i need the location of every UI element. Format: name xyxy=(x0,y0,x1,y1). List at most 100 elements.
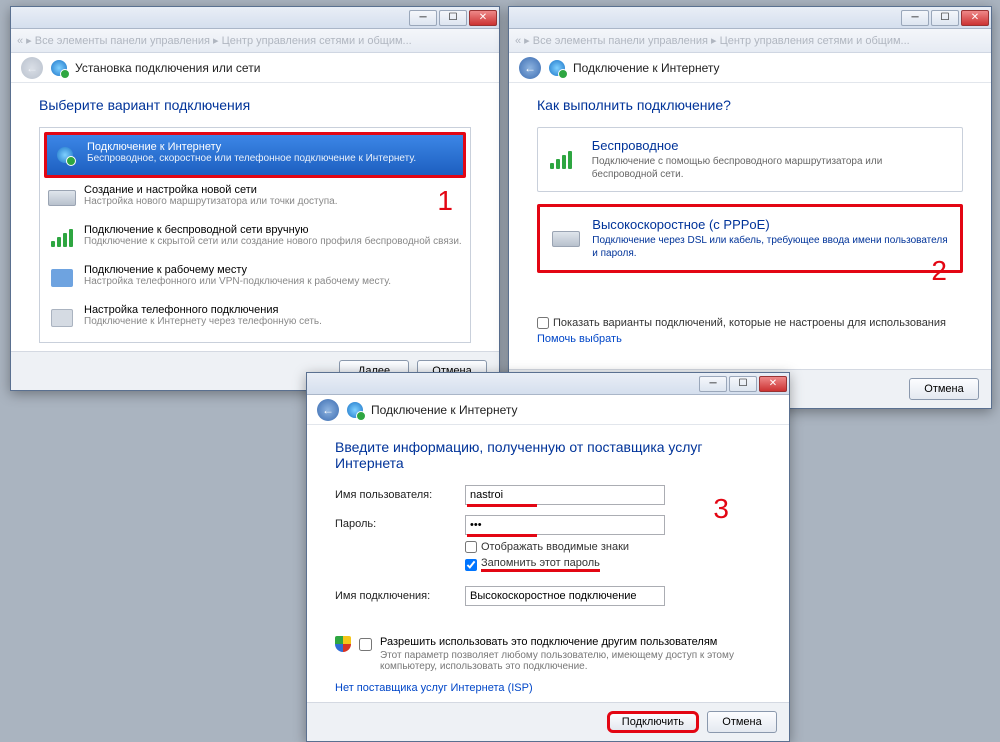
allow-others-section: Разрешить использовать это подключение д… xyxy=(335,636,761,672)
content-area: Введите информацию, полученную от постав… xyxy=(307,425,789,702)
checkbox-input[interactable] xyxy=(465,541,477,553)
no-isp-link[interactable]: Нет поставщика услуг Интернета (ISP) xyxy=(335,682,761,694)
globe-icon xyxy=(347,402,363,418)
cancel-button[interactable]: Отмена xyxy=(707,711,777,733)
help-choose-link[interactable]: Помочь выбрать xyxy=(537,333,963,345)
content-area: Выберите вариант подключения Подключение… xyxy=(11,83,499,351)
checkbox-input[interactable] xyxy=(537,317,549,329)
username-row: Имя пользователя: xyxy=(335,485,761,505)
connection-name-input[interactable] xyxy=(465,586,665,606)
option-desc: Подключение к скрытой сети или создание … xyxy=(84,236,462,247)
minimize-button[interactable]: ─ xyxy=(409,10,437,26)
option-title: Подключение к беспроводной сети вручную xyxy=(84,224,462,236)
shield-icon xyxy=(335,636,351,652)
checkbox-label: Показать варианты подключений, которые н… xyxy=(553,317,946,329)
wizard-header: ← Подключение к Интернету xyxy=(509,53,991,83)
modem-icon xyxy=(552,217,580,260)
content-area: Как выполнить подключение? Беспроводное … xyxy=(509,83,991,369)
titlebar: ─ ☐ ✕ xyxy=(11,7,499,29)
allow-others-label: Разрешить использовать это подключение д… xyxy=(380,636,750,648)
breadcrumb: « ▸ Все элементы панели управления ▸ Цен… xyxy=(11,29,499,53)
breadcrumb: « ▸ Все элементы панели управления ▸ Цен… xyxy=(509,29,991,53)
option-title: Создание и настройка новой сети xyxy=(84,184,338,196)
option-wireless[interactable]: Беспроводное Подключение с помощью беспр… xyxy=(537,127,963,192)
minimize-button[interactable]: ─ xyxy=(699,376,727,392)
username-input[interactable] xyxy=(465,485,665,505)
maximize-button[interactable]: ☐ xyxy=(931,10,959,26)
wizard-title: Подключение к Интернету xyxy=(371,403,518,417)
minimize-button[interactable]: ─ xyxy=(901,10,929,26)
option-title: Подключение к рабочему месту xyxy=(84,264,391,276)
password-label: Пароль: xyxy=(335,515,465,530)
password-input[interactable] xyxy=(465,515,665,535)
option-desc: Настройка телефонного или VPN-подключени… xyxy=(84,276,391,287)
username-label: Имя пользователя: xyxy=(335,489,465,501)
option-dialup[interactable]: Настройка телефонного подключения Подклю… xyxy=(44,298,466,338)
connection-name-row: Имя подключения: xyxy=(335,586,761,606)
checkbox-input[interactable] xyxy=(465,559,477,571)
option-internet[interactable]: Подключение к Интернету Беспроводное, ск… xyxy=(44,132,466,178)
option-wireless-manual[interactable]: Подключение к беспроводной сети вручную … xyxy=(44,218,466,258)
step-number-3: 3 xyxy=(713,493,729,525)
cancel-button[interactable]: Отмена xyxy=(909,378,979,400)
wizard-window-1: ─ ☐ ✕ « ▸ Все элементы панели управления… xyxy=(10,6,500,391)
show-chars-checkbox[interactable]: Отображать вводимые знаки xyxy=(465,541,665,553)
router-icon xyxy=(48,184,76,212)
wizard-title: Подключение к Интернету xyxy=(573,61,720,75)
wireless-icon xyxy=(48,224,76,252)
back-button[interactable]: ← xyxy=(519,57,541,79)
connect-button[interactable]: Подключить xyxy=(607,711,699,733)
page-heading: Как выполнить подключение? xyxy=(537,97,963,113)
option-title: Высокоскоростное (с PPPoE) xyxy=(592,217,948,232)
step-number-2: 2 xyxy=(931,255,947,287)
allow-others-checkbox[interactable] xyxy=(359,638,372,651)
checkbox-label: Отображать вводимые знаки xyxy=(481,541,629,553)
checkbox-label: Запомнить этот пароль xyxy=(481,557,600,572)
globe-icon xyxy=(51,60,67,76)
page-heading: Выберите вариант подключения xyxy=(39,97,471,113)
show-unconfigured-checkbox[interactable]: Показать варианты подключений, которые н… xyxy=(537,317,963,329)
wizard-title: Установка подключения или сети xyxy=(75,61,260,75)
back-button: ← xyxy=(21,57,43,79)
wizard-header: ← Установка подключения или сети xyxy=(11,53,499,83)
option-pppoe[interactable]: Высокоскоростное (с PPPoE) Подключение ч… xyxy=(537,204,963,273)
footer: Подключить Отмена xyxy=(307,702,789,741)
option-title: Беспроводное xyxy=(592,138,950,153)
option-desc: Беспроводное, скоростное или телефонное … xyxy=(87,153,416,164)
wizard-window-3: ─ ☐ ✕ ← Подключение к Интернету Введите … xyxy=(306,372,790,742)
wizard-header: ← Подключение к Интернету xyxy=(307,395,789,425)
option-desc: Подключение к Интернету через телефонную… xyxy=(84,316,322,327)
password-row: Пароль: Отображать вводимые знаки Запомн… xyxy=(335,515,761,576)
allow-others-desc: Этот параметр позволяет любому пользоват… xyxy=(380,650,750,672)
globe-icon xyxy=(51,141,79,169)
option-desc: Подключение через DSL или кабель, требую… xyxy=(592,234,948,260)
back-button[interactable]: ← xyxy=(317,399,339,421)
option-title: Настройка телефонного подключения xyxy=(84,304,322,316)
close-button[interactable]: ✕ xyxy=(759,376,787,392)
option-new-network[interactable]: Создание и настройка новой сети Настройк… xyxy=(44,178,466,218)
step-number-1: 1 xyxy=(437,185,453,217)
maximize-button[interactable]: ☐ xyxy=(439,10,467,26)
phone-icon xyxy=(48,304,76,332)
wizard-window-2: ─ ☐ ✕ « ▸ Все элементы панели управления… xyxy=(508,6,992,409)
red-underline xyxy=(467,504,537,507)
globe-icon xyxy=(549,60,565,76)
close-button[interactable]: ✕ xyxy=(961,10,989,26)
option-list: Подключение к Интернету Беспроводное, ск… xyxy=(39,127,471,343)
breadcrumb-text: « ▸ Все элементы панели управления ▸ Цен… xyxy=(515,34,910,47)
remember-password-checkbox[interactable]: Запомнить этот пароль xyxy=(465,557,665,572)
connection-name-label: Имя подключения: xyxy=(335,590,465,602)
option-desc: Настройка нового маршрутизатора или точк… xyxy=(84,196,338,207)
breadcrumb-text: « ▸ Все элементы панели управления ▸ Цен… xyxy=(17,34,412,47)
close-button[interactable]: ✕ xyxy=(469,10,497,26)
wifi-icon xyxy=(550,138,580,181)
option-title: Подключение к Интернету xyxy=(87,141,416,153)
page-heading: Введите информацию, полученную от постав… xyxy=(335,439,761,471)
option-workplace[interactable]: Подключение к рабочему месту Настройка т… xyxy=(44,258,466,298)
titlebar: ─ ☐ ✕ xyxy=(509,7,991,29)
titlebar: ─ ☐ ✕ xyxy=(307,373,789,395)
red-underline xyxy=(467,534,537,537)
maximize-button[interactable]: ☐ xyxy=(729,376,757,392)
option-desc: Подключение с помощью беспроводного марш… xyxy=(592,155,950,181)
workplace-icon xyxy=(48,264,76,292)
